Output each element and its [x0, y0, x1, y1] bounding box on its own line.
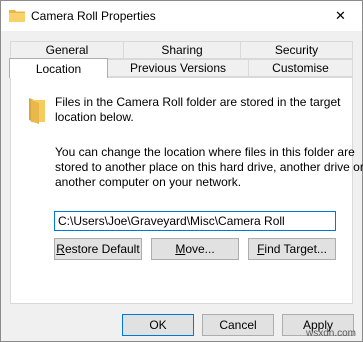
tab-previous-versions[interactable]: Previous Versions	[107, 59, 249, 77]
close-button[interactable]: ✕	[319, 1, 362, 31]
label-rest: estore Default	[64, 242, 140, 256]
tab-label: Customise	[272, 61, 329, 75]
intro-line: Files in the Camera Roll folder are stor…	[55, 95, 341, 109]
title-bar[interactable]: Camera Roll Properties ✕	[1, 1, 362, 31]
move-button[interactable]: Move...	[151, 238, 239, 260]
mnemonic: M	[175, 242, 186, 256]
info-line: stored to another place on this hard dri…	[55, 160, 363, 174]
intro-text: Files in the Camera Roll folder are stor…	[55, 95, 340, 125]
watermark: wsxdn.com	[305, 328, 356, 339]
ok-label: OK	[149, 318, 167, 332]
tab-label: Sharing	[161, 43, 203, 57]
mnemonic: R	[56, 242, 65, 256]
find-target-button[interactable]: Find Target...	[248, 238, 336, 260]
info-line: You can change the location where files …	[55, 145, 355, 159]
label-rest: ind Target...	[264, 242, 327, 256]
cancel-label: Cancel	[219, 318, 257, 332]
tab-location[interactable]: Location	[9, 58, 108, 78]
tab-general[interactable]: General	[10, 41, 124, 59]
tab-sharing[interactable]: Sharing	[123, 41, 241, 59]
restore-default-label: Restore Default	[56, 242, 139, 256]
folder-icon	[29, 98, 45, 124]
folder-icon	[9, 10, 25, 22]
location-tab-panel: Files in the Camera Roll folder are stor…	[10, 77, 363, 304]
properties-dialog: Camera Roll Properties ✕ General Sharing…	[0, 0, 363, 342]
intro-line: location below.	[55, 110, 134, 124]
tab-label: Previous Versions	[129, 61, 227, 75]
tab-label: Location	[35, 61, 82, 76]
location-path-input[interactable]: C:\Users\Joe\Graveyard\Misc\Camera Roll	[54, 211, 336, 231]
close-icon: ✕	[335, 8, 346, 23]
info-line: another computer on your network.	[55, 175, 242, 189]
find-target-label: Find Target...	[257, 242, 327, 256]
window-title: Camera Roll Properties	[31, 9, 156, 23]
tab-security[interactable]: Security	[240, 41, 353, 59]
tab-label: General	[45, 43, 89, 57]
tab-customise[interactable]: Customise	[248, 59, 353, 77]
restore-default-button[interactable]: Restore Default	[54, 238, 142, 260]
info-text: You can change the location where files …	[55, 145, 363, 190]
cancel-button[interactable]: Cancel	[202, 314, 274, 336]
move-label: Move...	[175, 242, 214, 256]
ok-button[interactable]: OK	[122, 314, 194, 336]
tab-label: Security	[274, 43, 319, 57]
label-rest: ove...	[185, 242, 215, 256]
